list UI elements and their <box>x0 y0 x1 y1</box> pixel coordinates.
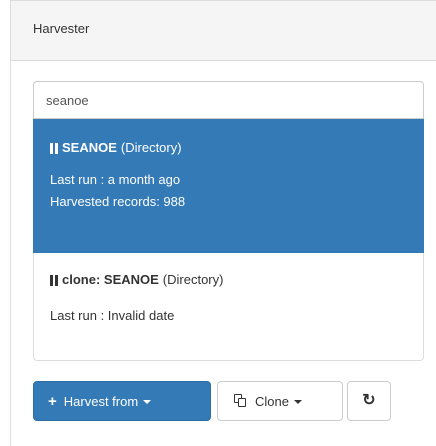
harvester-last-run: Last run : a month ago <box>50 172 181 187</box>
clone-label: Clone <box>255 393 289 409</box>
harvester-type: (Directory) <box>120 140 182 155</box>
caret-down-icon <box>143 400 152 404</box>
panel-heading: Harvester <box>11 1 436 61</box>
panel-title: Harvester <box>33 21 90 36</box>
harvester-item-title: clone: SEANOE (Directory) <box>50 271 407 289</box>
pause-icon <box>50 142 58 154</box>
harvester-type: (Directory) <box>162 272 224 287</box>
refresh-icon: ↻ <box>362 392 376 409</box>
caret-down-icon <box>293 400 302 404</box>
plus-icon: + <box>48 392 57 410</box>
harvest-from-label: Harvest from <box>63 393 139 409</box>
action-buttons: + Harvest from Clone ↻ <box>33 381 391 421</box>
pause-icon <box>50 274 58 286</box>
search-input[interactable] <box>33 81 424 119</box>
refresh-button[interactable]: ↻ <box>347 381 391 421</box>
harvester-name: clone: SEANOE <box>62 272 159 287</box>
harvester-item-clone-seanoe[interactable]: clone: SEANOE (Directory) Last run : Inv… <box>33 253 424 361</box>
harvester-panel: Harvester SEANOE (Directory) Last run : … <box>10 0 436 446</box>
clone-button[interactable]: Clone <box>217 381 343 421</box>
harvester-name: SEANOE <box>62 140 117 155</box>
copy-icon <box>234 394 248 408</box>
harvest-from-button[interactable]: + Harvest from <box>33 381 211 421</box>
harvester-list: SEANOE (Directory) Last run : a month ag… <box>33 119 424 361</box>
harvester-records: Harvested records: 988 <box>50 194 186 209</box>
harvester-item-title: SEANOE (Directory) <box>50 139 407 157</box>
harvester-item-seanoe[interactable]: SEANOE (Directory) Last run : a month ag… <box>33 119 424 253</box>
harvester-last-run: Last run : Invalid date <box>50 308 175 323</box>
